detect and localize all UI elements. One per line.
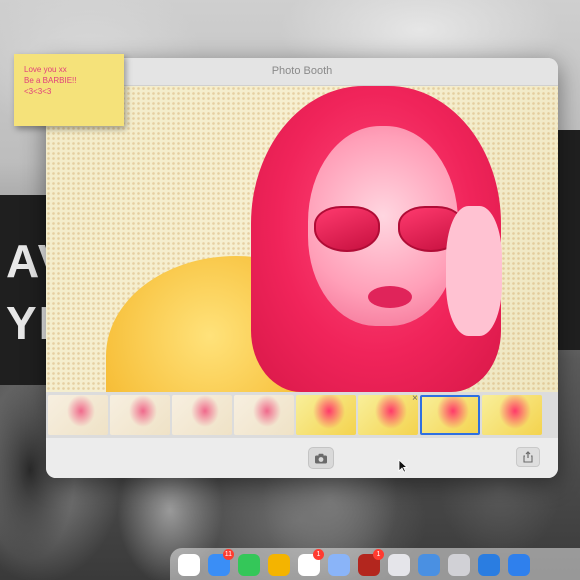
camera-icon [315,453,327,463]
notification-badge: 1 [313,549,324,560]
notification-badge: 11 [222,549,234,560]
thumbnail-1[interactable] [48,395,108,435]
mouse-cursor-icon [398,459,408,473]
window-toolbar [46,438,558,478]
thumbnail-3[interactable] [172,395,232,435]
mail-icon[interactable]: 11 [208,549,234,576]
thumbnail-2[interactable] [110,395,170,435]
camera-preview [46,86,558,392]
take-photo-button[interactable] [308,447,334,469]
launchpad-icon[interactable] [388,554,410,576]
preview-hand [446,206,502,336]
photo-booth-icon[interactable]: 1 [358,549,384,576]
thumbnail-8[interactable] [482,395,542,435]
photos-flower-icon[interactable]: 1 [298,549,324,576]
dock: 11 1 1 [170,548,580,580]
roblox-icon[interactable] [478,554,500,576]
app-store-icon[interactable] [508,554,530,576]
preview-viewer-icon[interactable] [448,554,470,576]
finder-icon[interactable] [418,554,440,576]
facetime-icon[interactable] [238,554,260,576]
sticky-note-line: <3<3<3 [24,87,52,96]
preview-heart-glasses [314,206,464,254]
chrome-icon[interactable] [268,554,290,576]
thumbnail-5[interactable] [296,395,356,435]
sticky-note-line: Love you xx [24,65,67,74]
preview-icon[interactable] [328,554,350,576]
thumbnail-4[interactable] [234,395,294,435]
sticky-note[interactable]: Love you xx Be a BARBIE!! <3<3<3 [14,54,124,126]
thumbnail-strip[interactable]: × [46,392,558,438]
share-icon [523,451,533,463]
photos-icon[interactable] [178,554,200,576]
preview-lips [368,286,412,308]
thumbnail-6[interactable] [358,395,418,435]
thumbnail-7[interactable]: × [412,393,480,435]
delete-thumbnail-icon[interactable]: × [412,393,418,404]
notification-badge: 1 [373,549,384,560]
share-button[interactable] [516,447,540,467]
sticky-note-line: Be a BARBIE!! [24,76,77,85]
